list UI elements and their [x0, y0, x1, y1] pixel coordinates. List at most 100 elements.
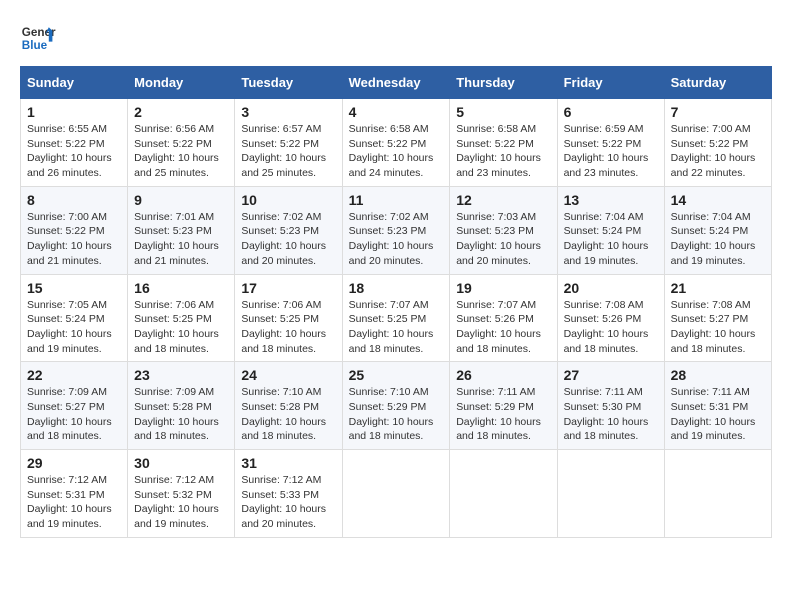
calendar-cell: 25 Sunrise: 7:10 AMSunset: 5:29 PMDaylig…	[342, 362, 450, 450]
day-number: 12	[456, 192, 550, 208]
day-detail: Sunrise: 7:05 AMSunset: 5:24 PMDaylight:…	[27, 298, 121, 357]
day-number: 20	[564, 280, 658, 296]
day-detail: Sunrise: 7:08 AMSunset: 5:27 PMDaylight:…	[671, 298, 765, 357]
day-detail: Sunrise: 7:06 AMSunset: 5:25 PMDaylight:…	[241, 298, 335, 357]
day-detail: Sunrise: 7:07 AMSunset: 5:25 PMDaylight:…	[349, 298, 444, 357]
day-number: 14	[671, 192, 765, 208]
calendar-cell	[557, 450, 664, 538]
calendar-cell: 14 Sunrise: 7:04 AMSunset: 5:24 PMDaylig…	[664, 186, 771, 274]
calendar-week-3: 15 Sunrise: 7:05 AMSunset: 5:24 PMDaylig…	[21, 274, 772, 362]
calendar-cell: 10 Sunrise: 7:02 AMSunset: 5:23 PMDaylig…	[235, 186, 342, 274]
calendar-cell: 26 Sunrise: 7:11 AMSunset: 5:29 PMDaylig…	[450, 362, 557, 450]
calendar-week-4: 22 Sunrise: 7:09 AMSunset: 5:27 PMDaylig…	[21, 362, 772, 450]
day-number: 31	[241, 455, 335, 471]
header-wednesday: Wednesday	[342, 67, 450, 99]
day-detail: Sunrise: 7:04 AMSunset: 5:24 PMDaylight:…	[564, 210, 658, 269]
day-number: 28	[671, 367, 765, 383]
day-number: 29	[27, 455, 121, 471]
header-thursday: Thursday	[450, 67, 557, 99]
day-number: 21	[671, 280, 765, 296]
day-detail: Sunrise: 6:58 AMSunset: 5:22 PMDaylight:…	[456, 122, 550, 181]
day-detail: Sunrise: 7:11 AMSunset: 5:29 PMDaylight:…	[456, 385, 550, 444]
header-tuesday: Tuesday	[235, 67, 342, 99]
calendar-cell: 30 Sunrise: 7:12 AMSunset: 5:32 PMDaylig…	[128, 450, 235, 538]
calendar-table: SundayMondayTuesdayWednesdayThursdayFrid…	[20, 66, 772, 538]
day-detail: Sunrise: 7:12 AMSunset: 5:32 PMDaylight:…	[134, 473, 228, 532]
day-number: 27	[564, 367, 658, 383]
day-number: 1	[27, 104, 121, 120]
day-number: 23	[134, 367, 228, 383]
day-detail: Sunrise: 7:06 AMSunset: 5:25 PMDaylight:…	[134, 298, 228, 357]
day-number: 17	[241, 280, 335, 296]
day-number: 4	[349, 104, 444, 120]
calendar-week-5: 29 Sunrise: 7:12 AMSunset: 5:31 PMDaylig…	[21, 450, 772, 538]
day-detail: Sunrise: 6:56 AMSunset: 5:22 PMDaylight:…	[134, 122, 228, 181]
calendar-cell: 18 Sunrise: 7:07 AMSunset: 5:25 PMDaylig…	[342, 274, 450, 362]
calendar-cell: 4 Sunrise: 6:58 AMSunset: 5:22 PMDayligh…	[342, 99, 450, 187]
calendar-cell: 6 Sunrise: 6:59 AMSunset: 5:22 PMDayligh…	[557, 99, 664, 187]
calendar-cell: 8 Sunrise: 7:00 AMSunset: 5:22 PMDayligh…	[21, 186, 128, 274]
calendar-week-1: 1 Sunrise: 6:55 AMSunset: 5:22 PMDayligh…	[21, 99, 772, 187]
page-header: General Blue	[20, 20, 772, 56]
day-detail: Sunrise: 7:04 AMSunset: 5:24 PMDaylight:…	[671, 210, 765, 269]
day-number: 15	[27, 280, 121, 296]
calendar-cell: 29 Sunrise: 7:12 AMSunset: 5:31 PMDaylig…	[21, 450, 128, 538]
day-number: 3	[241, 104, 335, 120]
day-number: 7	[671, 104, 765, 120]
day-number: 19	[456, 280, 550, 296]
day-number: 16	[134, 280, 228, 296]
day-detail: Sunrise: 7:11 AMSunset: 5:31 PMDaylight:…	[671, 385, 765, 444]
calendar-cell: 3 Sunrise: 6:57 AMSunset: 5:22 PMDayligh…	[235, 99, 342, 187]
day-number: 11	[349, 192, 444, 208]
calendar-cell: 16 Sunrise: 7:06 AMSunset: 5:25 PMDaylig…	[128, 274, 235, 362]
day-number: 26	[456, 367, 550, 383]
day-detail: Sunrise: 6:57 AMSunset: 5:22 PMDaylight:…	[241, 122, 335, 181]
calendar-cell: 11 Sunrise: 7:02 AMSunset: 5:23 PMDaylig…	[342, 186, 450, 274]
calendar-cell: 5 Sunrise: 6:58 AMSunset: 5:22 PMDayligh…	[450, 99, 557, 187]
day-detail: Sunrise: 6:58 AMSunset: 5:22 PMDaylight:…	[349, 122, 444, 181]
calendar-cell: 28 Sunrise: 7:11 AMSunset: 5:31 PMDaylig…	[664, 362, 771, 450]
day-detail: Sunrise: 7:11 AMSunset: 5:30 PMDaylight:…	[564, 385, 658, 444]
day-number: 24	[241, 367, 335, 383]
calendar-header-row: SundayMondayTuesdayWednesdayThursdayFrid…	[21, 67, 772, 99]
calendar-cell	[450, 450, 557, 538]
day-number: 22	[27, 367, 121, 383]
calendar-cell: 7 Sunrise: 7:00 AMSunset: 5:22 PMDayligh…	[664, 99, 771, 187]
day-detail: Sunrise: 7:10 AMSunset: 5:29 PMDaylight:…	[349, 385, 444, 444]
day-detail: Sunrise: 7:02 AMSunset: 5:23 PMDaylight:…	[349, 210, 444, 269]
calendar-week-2: 8 Sunrise: 7:00 AMSunset: 5:22 PMDayligh…	[21, 186, 772, 274]
calendar-cell: 12 Sunrise: 7:03 AMSunset: 5:23 PMDaylig…	[450, 186, 557, 274]
calendar-cell: 13 Sunrise: 7:04 AMSunset: 5:24 PMDaylig…	[557, 186, 664, 274]
day-number: 18	[349, 280, 444, 296]
calendar-cell: 9 Sunrise: 7:01 AMSunset: 5:23 PMDayligh…	[128, 186, 235, 274]
header-saturday: Saturday	[664, 67, 771, 99]
calendar-cell: 21 Sunrise: 7:08 AMSunset: 5:27 PMDaylig…	[664, 274, 771, 362]
header-friday: Friday	[557, 67, 664, 99]
day-detail: Sunrise: 7:08 AMSunset: 5:26 PMDaylight:…	[564, 298, 658, 357]
day-number: 6	[564, 104, 658, 120]
day-detail: Sunrise: 7:10 AMSunset: 5:28 PMDaylight:…	[241, 385, 335, 444]
day-detail: Sunrise: 7:00 AMSunset: 5:22 PMDaylight:…	[671, 122, 765, 181]
day-detail: Sunrise: 7:01 AMSunset: 5:23 PMDaylight:…	[134, 210, 228, 269]
day-number: 2	[134, 104, 228, 120]
calendar-cell	[342, 450, 450, 538]
day-detail: Sunrise: 6:55 AMSunset: 5:22 PMDaylight:…	[27, 122, 121, 181]
header-sunday: Sunday	[21, 67, 128, 99]
calendar-cell	[664, 450, 771, 538]
calendar-cell: 15 Sunrise: 7:05 AMSunset: 5:24 PMDaylig…	[21, 274, 128, 362]
calendar-cell: 22 Sunrise: 7:09 AMSunset: 5:27 PMDaylig…	[21, 362, 128, 450]
calendar-cell: 2 Sunrise: 6:56 AMSunset: 5:22 PMDayligh…	[128, 99, 235, 187]
day-detail: Sunrise: 7:07 AMSunset: 5:26 PMDaylight:…	[456, 298, 550, 357]
svg-text:Blue: Blue	[22, 39, 48, 52]
logo: General Blue	[20, 20, 56, 56]
day-detail: Sunrise: 6:59 AMSunset: 5:22 PMDaylight:…	[564, 122, 658, 181]
calendar-cell: 20 Sunrise: 7:08 AMSunset: 5:26 PMDaylig…	[557, 274, 664, 362]
day-number: 25	[349, 367, 444, 383]
day-number: 9	[134, 192, 228, 208]
day-detail: Sunrise: 7:03 AMSunset: 5:23 PMDaylight:…	[456, 210, 550, 269]
calendar-cell: 31 Sunrise: 7:12 AMSunset: 5:33 PMDaylig…	[235, 450, 342, 538]
header-monday: Monday	[128, 67, 235, 99]
day-detail: Sunrise: 7:02 AMSunset: 5:23 PMDaylight:…	[241, 210, 335, 269]
logo-icon: General Blue	[20, 20, 56, 56]
calendar-cell: 19 Sunrise: 7:07 AMSunset: 5:26 PMDaylig…	[450, 274, 557, 362]
